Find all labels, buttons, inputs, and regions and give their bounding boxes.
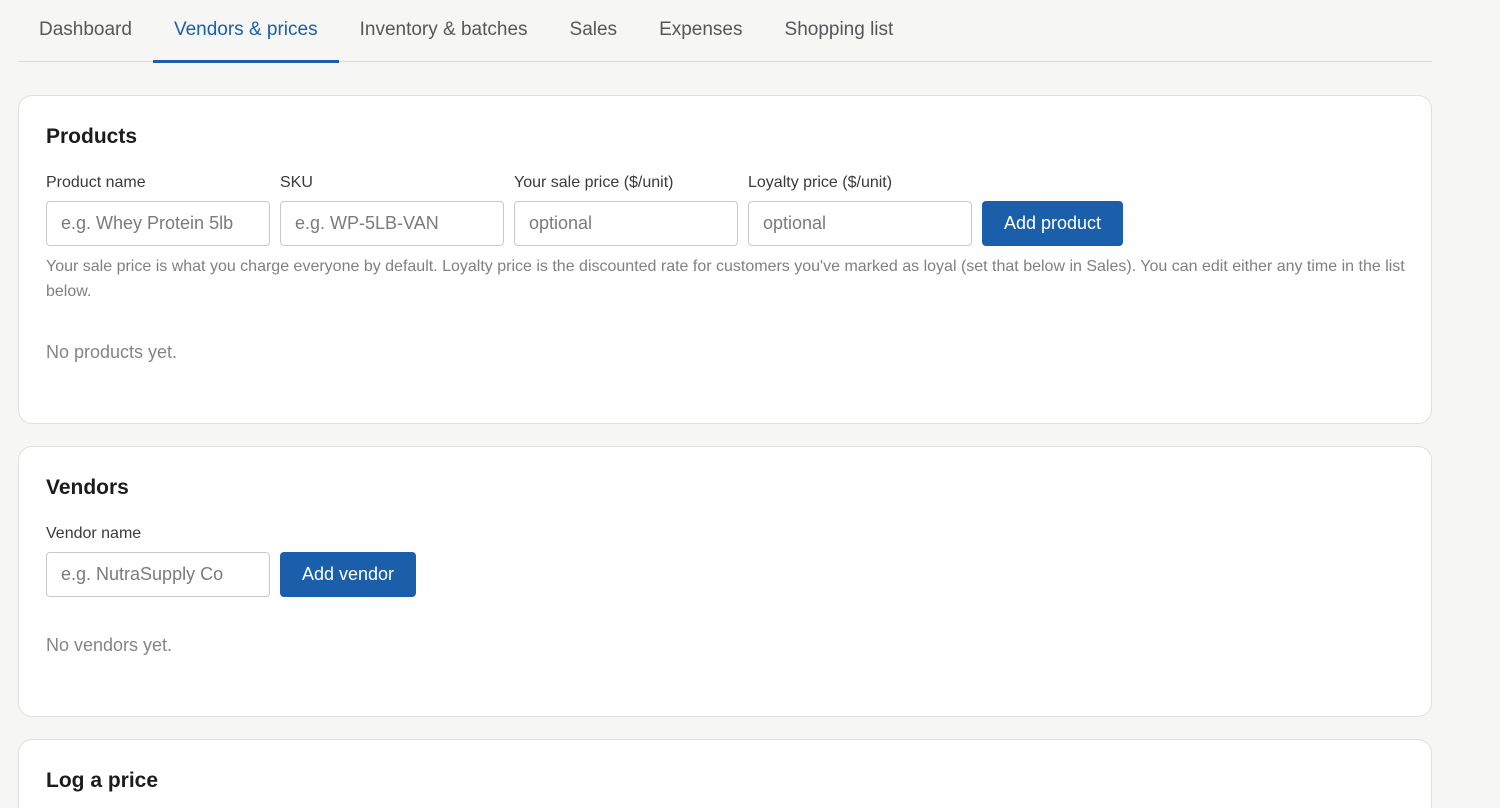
products-help-text: Your sale price is what you charge every… <box>46 258 1405 300</box>
vendors-card: Vendors Vendor name Add vendor No vendor… <box>18 446 1432 717</box>
tab-dashboard[interactable]: Dashboard <box>18 0 153 62</box>
loyalty-price-field: Loyalty price ($/unit) <box>748 172 972 246</box>
tab-inventory-batches[interactable]: Inventory & batches <box>339 0 549 62</box>
loyalty-price-input[interactable] <box>748 201 972 246</box>
sku-field: SKU <box>280 172 504 246</box>
add-vendor-button[interactable]: Add vendor <box>280 552 416 597</box>
tab-shopping-list[interactable]: Shopping list <box>764 0 915 62</box>
tab-vendors-prices[interactable]: Vendors & prices <box>152 0 339 63</box>
add-product-button[interactable]: Add product <box>982 201 1123 246</box>
tab-sales[interactable]: Sales <box>549 0 639 62</box>
sale-price-label: Your sale price ($/unit) <box>514 174 674 191</box>
vendors-empty-state: No vendors yet. <box>46 635 173 655</box>
loyalty-price-label: Loyalty price ($/unit) <box>748 174 893 191</box>
main-tabs: Dashboard Vendors & prices Inventory & b… <box>18 0 1432 63</box>
product-name-input[interactable] <box>46 201 270 246</box>
product-name-field: Product name <box>46 172 270 246</box>
sku-input[interactable] <box>280 201 504 246</box>
sale-price-input[interactable] <box>514 201 738 246</box>
products-title: Products <box>46 125 138 148</box>
vendor-name-label: Vendor name <box>46 525 142 542</box>
sale-price-field: Your sale price ($/unit) <box>514 172 738 246</box>
product-name-label: Product name <box>46 174 146 191</box>
products-empty-state: No products yet. <box>46 342 178 362</box>
log-price-card: Log a price <box>18 739 1432 808</box>
vendor-name-field: Vendor name <box>46 523 270 597</box>
tab-expenses[interactable]: Expenses <box>638 0 763 62</box>
vendors-title: Vendors <box>46 476 129 499</box>
sku-label: SKU <box>280 174 313 191</box>
products-card: Products Product name SKU Your sale pric… <box>18 95 1432 424</box>
log-price-title: Log a price <box>46 769 159 792</box>
vendor-name-input[interactable] <box>46 552 270 597</box>
